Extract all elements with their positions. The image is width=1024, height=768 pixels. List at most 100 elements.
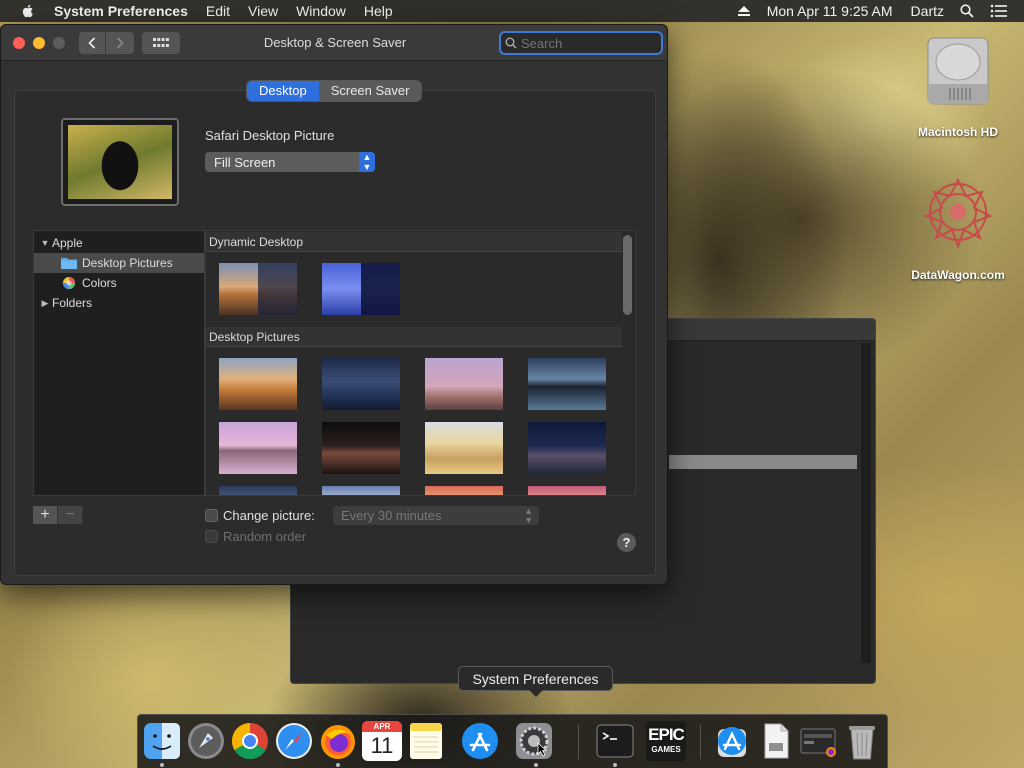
desktop-screen-saver-window: Desktop & Screen Saver Desktop Screen Sa…: [0, 24, 668, 585]
section-header-pictures: Desktop Pictures: [206, 327, 622, 347]
help-button[interactable]: ?: [617, 533, 636, 552]
random-order-checkbox[interactable]: [205, 530, 218, 543]
thumbnail-mojave-day[interactable]: [219, 358, 297, 410]
menu-bar: System Preferences Edit View Window Help…: [0, 0, 1024, 22]
disclosure-open-icon[interactable]: ▼: [40, 238, 50, 248]
notification-center-icon[interactable]: [990, 4, 1008, 18]
hard-drive-icon: [927, 37, 989, 105]
thumbnail-row-partial[interactable]: [425, 486, 503, 495]
background-window-row: [669, 455, 857, 469]
search-icon: [505, 37, 517, 49]
chrome-icon[interactable]: [230, 721, 270, 761]
dock: APR 11 EPIC GAMES: [137, 714, 888, 768]
thumbnail-mojave-dynamic[interactable]: [219, 263, 297, 315]
source-item-colors[interactable]: Colors: [34, 273, 204, 293]
running-indicator: [160, 763, 164, 767]
tab-desktop[interactable]: Desktop: [247, 81, 319, 101]
running-indicator: [613, 763, 617, 767]
epic-games-icon[interactable]: EPIC GAMES: [646, 721, 686, 761]
popup-arrows-icon: ▲ ▼: [524, 506, 533, 525]
games-text: GAMES: [651, 745, 681, 754]
source-label: Colors: [82, 276, 117, 290]
menu-app-name[interactable]: System Preferences: [54, 3, 188, 19]
source-label: Folders: [52, 296, 93, 310]
source-group-apple[interactable]: ▼ Apple: [34, 233, 204, 253]
interval-value: Every 30 minutes: [341, 508, 442, 523]
thumbnail-mojave-night[interactable]: [322, 358, 400, 410]
desktop-icon-datawagon[interactable]: DataWagon.com: [903, 172, 1013, 282]
thumbnail-white-dunes[interactable]: [425, 422, 503, 474]
fill-mode-popup[interactable]: Fill Screen ▲ ▼: [205, 152, 375, 172]
menu-clock[interactable]: Mon Apr 11 9:25 AM: [767, 3, 893, 19]
background-window-scrollbar[interactable]: [861, 343, 871, 663]
dock-separator: [700, 725, 701, 759]
running-indicator: [534, 763, 538, 767]
menu-user[interactable]: Dartz: [911, 3, 944, 19]
browser-scrollbar[interactable]: [623, 235, 632, 315]
document-icon[interactable]: [756, 721, 796, 761]
thumbnail-night-dunes[interactable]: [528, 422, 606, 474]
popup-arrows-icon: ▲ ▼: [359, 152, 375, 172]
dock-tooltip: System Preferences: [458, 666, 613, 697]
source-item-desktop-pictures[interactable]: Desktop Pictures: [34, 253, 204, 273]
source-label: Desktop Pictures: [82, 256, 173, 270]
picture-name: Safari Desktop Picture: [205, 128, 335, 143]
thumbnail-dark-rocks[interactable]: [322, 422, 400, 474]
search-input[interactable]: [521, 35, 651, 51]
tab-bar: Desktop Screen Saver: [247, 81, 422, 101]
thumbnail-row-partial[interactable]: [219, 486, 297, 495]
change-picture-checkbox[interactable]: [205, 509, 218, 522]
dock-separator: [578, 725, 579, 759]
color-wheel-icon: [63, 277, 75, 289]
menu-help[interactable]: Help: [364, 3, 393, 19]
dog-photo-thumbnail: [68, 125, 172, 199]
finder-icon[interactable]: [142, 721, 182, 761]
interval-popup[interactable]: Every 30 minutes ▲ ▼: [333, 506, 539, 525]
datawagon-logo-icon: [923, 177, 993, 249]
terminal-icon[interactable]: [595, 721, 635, 761]
random-order-label: Random order: [223, 529, 307, 544]
thumbnail-lake-mountains[interactable]: [528, 358, 606, 410]
desktop-icon-label: DataWagon.com: [911, 268, 1005, 282]
thumbnail-rock-formation[interactable]: [425, 358, 503, 410]
downloads-stack-icon[interactable]: [712, 721, 752, 761]
calendar-icon[interactable]: APR 11: [362, 721, 402, 761]
trash-icon[interactable]: [842, 721, 882, 761]
system-preferences-icon[interactable]: [514, 721, 554, 761]
source-list: ▼ Apple Desktop Pictures Colors ▶ Folder…: [33, 230, 205, 496]
app-store-icon[interactable]: [460, 721, 500, 761]
thumbnail-row-partial[interactable]: [528, 486, 606, 495]
change-picture-label: Change picture:: [223, 508, 315, 523]
thumbnail-row-partial[interactable]: [322, 486, 400, 495]
calendar-day: 11: [370, 733, 394, 758]
menu-view[interactable]: View: [248, 3, 278, 19]
firefox-icon[interactable]: [318, 721, 358, 761]
window-titlebar[interactable]: Desktop & Screen Saver: [1, 25, 667, 61]
disclosure-closed-icon[interactable]: ▶: [40, 298, 50, 309]
add-remove-controls: + −: [33, 506, 83, 524]
remove-folder-button[interactable]: −: [58, 506, 83, 524]
tab-screen-saver[interactable]: Screen Saver: [318, 81, 422, 101]
apple-menu-icon[interactable]: [20, 3, 36, 19]
current-picture-preview: [61, 118, 179, 206]
add-folder-button[interactable]: +: [33, 506, 58, 524]
source-group-folders[interactable]: ▶ Folders: [34, 293, 204, 313]
screenshot-stack-icon[interactable]: [798, 721, 838, 761]
desktop-icon-macintosh-hd[interactable]: Macintosh HD: [903, 32, 1013, 139]
thumbnail-pink-reflection[interactable]: [219, 422, 297, 474]
eject-icon[interactable]: [737, 5, 751, 17]
launchpad-icon[interactable]: [186, 721, 226, 761]
calendar-month: APR: [362, 721, 402, 732]
spotlight-search-icon[interactable]: [960, 4, 974, 18]
safari-icon[interactable]: [274, 721, 314, 761]
menu-edit[interactable]: Edit: [206, 3, 230, 19]
search-field[interactable]: [499, 31, 663, 55]
picture-browser: Dynamic Desktop Desktop Pictures: [205, 230, 636, 496]
menu-window[interactable]: Window: [296, 3, 346, 19]
notes-icon[interactable]: [406, 721, 446, 761]
fill-mode-value: Fill Screen: [214, 154, 276, 170]
section-header-dynamic: Dynamic Desktop: [206, 232, 622, 252]
thumbnail-solar-gradients[interactable]: [322, 263, 400, 315]
running-indicator: [336, 763, 340, 767]
source-label: Apple: [52, 236, 83, 250]
